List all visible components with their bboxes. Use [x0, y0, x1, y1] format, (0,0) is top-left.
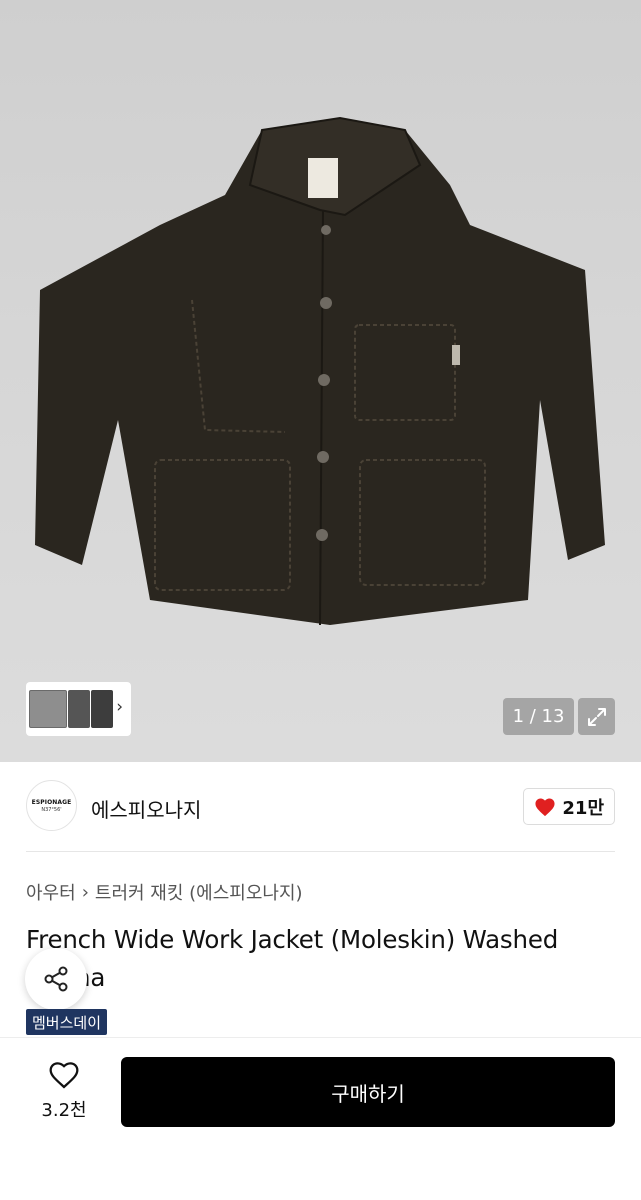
wishlist-button[interactable]: 3.2천 — [26, 1060, 102, 1122]
breadcrumb-subcategory[interactable]: 트러커 재킷 (에스피오나지) — [95, 879, 303, 905]
breadcrumb: 아우터 › 트러커 재킷 (에스피오나지) — [26, 879, 303, 905]
image-pager: 1 / 13 — [503, 698, 574, 735]
product-image-gallery[interactable]: › 1 / 13 — [0, 0, 641, 762]
brand-name[interactable]: 에스피오나지 — [91, 794, 201, 823]
thumbnail-1[interactable] — [29, 690, 67, 728]
heart-outline-icon — [49, 1062, 79, 1089]
brand-logo-line1: ESPIONAGE — [31, 798, 72, 806]
heart-filled-icon — [535, 798, 555, 816]
share-button[interactable] — [25, 948, 87, 1010]
divider — [26, 851, 615, 852]
chevron-right-icon[interactable]: › — [116, 699, 123, 716]
chevron-right-icon: › — [81, 881, 89, 903]
thumbnail-2[interactable] — [68, 690, 90, 728]
product-title: French Wide Work Jacket (Moleskin) Washe… — [26, 925, 559, 992]
expand-arrows-icon — [587, 707, 606, 726]
brand-logo-line2: N37°56' — [41, 806, 62, 813]
expand-button[interactable] — [578, 698, 615, 735]
brand-like-count: 21만 — [562, 797, 604, 819]
bottom-action-bar: 3.2천 구매하기 — [0, 1037, 641, 1200]
brand-logo[interactable]: ESPIONAGE N37°56' — [26, 780, 77, 831]
thumbnail-strip[interactable]: › — [26, 682, 131, 736]
thumbnail-3[interactable] — [91, 690, 113, 728]
buy-button[interactable]: 구매하기 — [121, 1057, 615, 1127]
member-day-badge: 멤버스데이 — [26, 1009, 108, 1035]
brand-like-button[interactable]: 21만 — [523, 788, 615, 825]
share-icon — [44, 966, 68, 992]
product-photo-jacket — [35, 116, 605, 626]
breadcrumb-category[interactable]: 아우터 — [26, 879, 76, 905]
brand-row[interactable]: ESPIONAGE N37°56' 에스피오나지 21만 — [26, 780, 615, 834]
wishlist-count: 3.2천 — [41, 1100, 87, 1121]
